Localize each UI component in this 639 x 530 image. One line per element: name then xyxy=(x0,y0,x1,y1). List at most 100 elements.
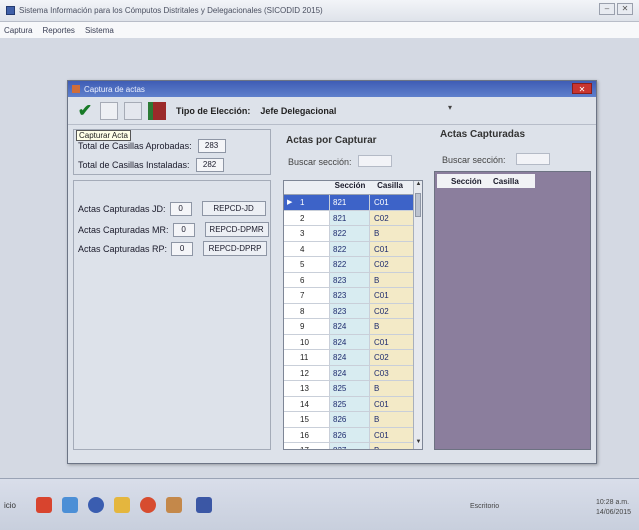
repcd-jd-button[interactable]: REPCD-JD xyxy=(201,201,266,216)
cell-casilla[interactable]: B xyxy=(370,319,414,334)
capturadas-column-seccion[interactable]: Sección xyxy=(451,177,493,186)
table-row[interactable]: 17827B xyxy=(284,443,414,449)
tipo-eleccion-label: Tipo de Elección: xyxy=(176,105,251,116)
cell-casilla[interactable]: C01 xyxy=(370,195,414,210)
cell-seccion[interactable]: 824 xyxy=(330,365,370,380)
clock-time: 10:28 a.m. xyxy=(596,499,630,506)
capturadas-rp-label: Actas Capturadas RP: xyxy=(78,243,168,254)
table-row[interactable]: 15 826 B xyxy=(284,412,414,428)
document-icon[interactable] xyxy=(100,101,118,120)
cell-seccion[interactable]: 824 xyxy=(330,334,370,349)
cell-seccion[interactable]: 821 xyxy=(330,195,370,210)
cell-casilla[interactable]: C01 xyxy=(370,427,414,442)
scroll-up-arrow-icon[interactable]: ▲ xyxy=(414,181,422,191)
cell-seccion[interactable]: 822 xyxy=(330,257,370,272)
cell-casilla[interactable]: B xyxy=(370,412,414,427)
minimize-button[interactable]: – xyxy=(599,3,615,15)
cell-casilla[interactable]: C01 xyxy=(370,396,414,411)
cell-seccion[interactable]: 824 xyxy=(330,319,370,334)
scroll-down-arrow-icon[interactable]: ▼ xyxy=(414,439,422,449)
office-app-icon[interactable] xyxy=(36,497,52,513)
cell-casilla[interactable]: B xyxy=(370,443,414,449)
dialog-close-button[interactable]: ✕ xyxy=(572,83,592,94)
cell-casilla[interactable]: B xyxy=(370,381,414,396)
table-row[interactable]: 14 825 C01 xyxy=(284,396,414,412)
row-index: 2 xyxy=(284,210,330,225)
row-index: 12 xyxy=(284,365,330,380)
cell-casilla[interactable]: C01 xyxy=(370,334,414,349)
capturadas-column-casilla[interactable]: Casilla xyxy=(493,177,533,186)
cell-casilla[interactable]: C03 xyxy=(370,365,414,380)
tray-desktop-label[interactable]: Escritorio xyxy=(470,503,499,510)
internet-explorer-icon[interactable] xyxy=(62,497,78,513)
capturar-acta-tooltip: Capturar Acta xyxy=(76,130,131,141)
capturadas-mr-value: 0 xyxy=(172,222,195,237)
chrome-icon[interactable] xyxy=(140,497,156,513)
row-index: 7 xyxy=(284,288,330,303)
cell-seccion[interactable]: 823 xyxy=(330,272,370,287)
cell-seccion[interactable]: 826 xyxy=(330,427,370,442)
table-row[interactable]: 13 825 B xyxy=(284,381,414,397)
cell-seccion[interactable]: 825 xyxy=(330,396,370,411)
cell-casilla[interactable]: C01 xyxy=(370,288,414,303)
table-row[interactable]: 16 826 C01 xyxy=(284,427,414,443)
cell-seccion[interactable]: 823 xyxy=(330,303,370,318)
cell-seccion[interactable]: 822 xyxy=(330,226,370,241)
cell-seccion[interactable]: 823 xyxy=(330,288,370,303)
cell-casilla[interactable]: C02 xyxy=(370,210,414,225)
close-window-button[interactable]: ✕ xyxy=(617,3,633,15)
cell-casilla[interactable]: C02 xyxy=(370,257,414,272)
cell-casilla[interactable]: C02 xyxy=(370,350,414,365)
cell-casilla[interactable]: C01 xyxy=(370,241,414,256)
table-row[interactable]: 5 822 C02 xyxy=(284,257,414,273)
tipo-eleccion-dropdown-arrow[interactable]: ▾ xyxy=(448,103,452,112)
menu-reportes[interactable]: Reportes xyxy=(42,26,74,35)
scroll-thumb[interactable] xyxy=(415,193,421,217)
table-row[interactable]: 12 824 C03 xyxy=(284,365,414,381)
folder-icon[interactable] xyxy=(114,497,130,513)
cell-casilla[interactable]: B xyxy=(370,226,414,241)
repcd-dprp-button[interactable]: REPCD-DPRP xyxy=(203,241,268,256)
column-header-casilla[interactable]: Casilla xyxy=(370,181,410,194)
capturadas-mr-label: Actas Capturadas MR: xyxy=(78,224,169,235)
capturar-acta-check-icon[interactable]: ✔ xyxy=(76,101,94,120)
repcd-dpmr-button[interactable]: REPCD-DPMR xyxy=(204,222,269,237)
table-row[interactable]: 7 823 C01 xyxy=(284,288,414,304)
capturadas-search-input[interactable] xyxy=(516,153,550,165)
grid-scrollbar[interactable]: ▲ ▼ xyxy=(413,181,422,449)
por-capturar-search-input[interactable] xyxy=(358,155,392,167)
por-capturar-title: Actas por Capturar xyxy=(286,135,377,146)
aprobadas-label: Total de Casillas Aprobadas: xyxy=(78,141,192,151)
exit-door-icon[interactable] xyxy=(148,101,166,120)
cell-seccion[interactable]: 824 xyxy=(330,350,370,365)
capturadas-count-panel xyxy=(73,180,271,450)
por-capturar-search-label: Buscar sección: xyxy=(288,157,352,167)
table-row[interactable]: 8 823 C02 xyxy=(284,303,414,319)
table-row[interactable]: 11 824 C02 xyxy=(284,350,414,366)
menu-captura[interactable]: Captura xyxy=(4,26,32,35)
table-row[interactable]: 2 821 C02 xyxy=(284,210,414,226)
aprobadas-value: 283 xyxy=(197,139,226,153)
capturadas-title: Actas Capturadas xyxy=(440,129,526,140)
cell-casilla[interactable]: C02 xyxy=(370,303,414,318)
sicodid-app-icon[interactable] xyxy=(196,497,212,513)
cell-casilla[interactable]: B xyxy=(370,272,414,287)
menu-sistema[interactable]: Sistema xyxy=(85,26,114,35)
cell-seccion[interactable]: 822 xyxy=(330,241,370,256)
users-icon[interactable] xyxy=(166,497,182,513)
row-index: 6 xyxy=(284,272,330,287)
table-row[interactable]: 9 824 B xyxy=(284,319,414,335)
table-row[interactable]: 10 824 C01 xyxy=(284,334,414,350)
cell-seccion[interactable]: 826 xyxy=(330,412,370,427)
report-icon[interactable] xyxy=(124,101,142,120)
media-player-icon[interactable] xyxy=(88,497,104,513)
cell-seccion[interactable]: 821 xyxy=(330,210,370,225)
table-row[interactable]: 6 823 B xyxy=(284,272,414,288)
start-button[interactable]: icio xyxy=(4,501,16,510)
cell-seccion[interactable]: 825 xyxy=(330,381,370,396)
column-header-seccion[interactable]: Sección xyxy=(330,181,370,194)
cell-seccion[interactable]: 827 xyxy=(330,443,370,449)
table-row[interactable]: ▶ 1 821 C01 xyxy=(284,195,414,211)
table-row[interactable]: 3 822 B xyxy=(284,226,414,242)
table-row[interactable]: 4 822 C01 xyxy=(284,241,414,257)
